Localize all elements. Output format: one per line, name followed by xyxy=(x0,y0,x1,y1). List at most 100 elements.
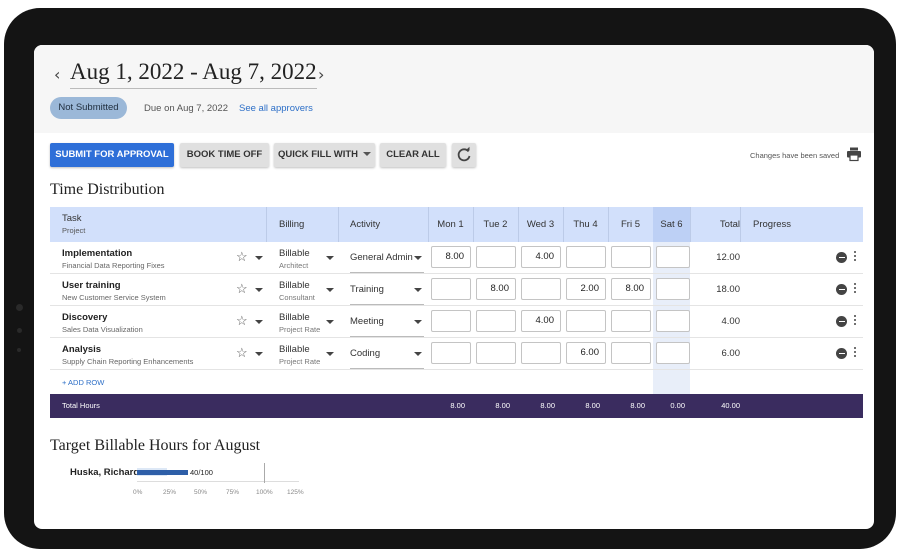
totals-label: Total Hours xyxy=(62,401,100,410)
clear-all-button[interactable]: CLEAR ALL xyxy=(380,143,446,167)
star-icon[interactable]: ☆ xyxy=(236,250,248,264)
table-row: Analysis Supply Chain Reporting Enhancem… xyxy=(50,338,863,370)
column-divider xyxy=(740,207,741,242)
billing-role: Consultant xyxy=(279,293,315,302)
submit-for-approval-button[interactable]: SUBMIT FOR APPROVAL xyxy=(50,143,174,167)
hours-input[interactable] xyxy=(566,246,606,268)
person-name: Huska, Richard xyxy=(70,467,140,478)
hours-input[interactable] xyxy=(611,310,651,332)
refresh-button[interactable] xyxy=(452,143,476,167)
activity-select[interactable]: Meeting xyxy=(350,306,424,337)
more-options-icon[interactable] xyxy=(854,251,857,263)
target-100-marker xyxy=(264,463,265,483)
column-header-activity: Activity xyxy=(350,219,381,230)
caret-down-icon[interactable] xyxy=(326,352,334,356)
hours-input[interactable] xyxy=(431,342,471,364)
print-icon xyxy=(847,147,861,162)
hours-input[interactable] xyxy=(656,246,690,268)
caret-down-icon[interactable] xyxy=(255,256,263,260)
caret-down-icon[interactable] xyxy=(414,320,422,324)
day-total: 8.00 xyxy=(540,401,555,410)
table-row: User training New Customer Service Syste… xyxy=(50,274,863,306)
caret-down-icon[interactable] xyxy=(255,320,263,324)
chevron-left-icon[interactable]: ‹ xyxy=(54,65,60,84)
billing-type[interactable]: Billable xyxy=(279,312,310,323)
hours-input[interactable] xyxy=(476,310,516,332)
activity-select[interactable]: Coding xyxy=(350,338,424,369)
caret-down-icon[interactable] xyxy=(414,288,422,292)
totals-row: Total Hours 8.00 8.00 8.00 8.00 8.00 0.0… xyxy=(50,394,863,418)
day-total: 8.00 xyxy=(585,401,600,410)
print-button[interactable] xyxy=(846,146,862,162)
row-total: 18.00 xyxy=(716,284,740,295)
remove-row-icon[interactable] xyxy=(836,252,847,263)
sensor-dot xyxy=(17,348,21,352)
activity-select[interactable]: General Admin xyxy=(350,242,424,273)
hours-input[interactable]: 2.00 xyxy=(566,278,606,300)
task-name: Implementation xyxy=(62,248,133,259)
hours-input[interactable] xyxy=(656,310,690,332)
hours-input[interactable] xyxy=(521,278,561,300)
target-bar-fill xyxy=(137,470,188,475)
star-icon[interactable]: ☆ xyxy=(236,346,248,360)
sensor-dot xyxy=(17,328,22,333)
hours-input[interactable] xyxy=(611,246,651,268)
hours-input[interactable] xyxy=(431,278,471,300)
caret-down-icon[interactable] xyxy=(326,256,334,260)
caret-down-icon[interactable] xyxy=(255,352,263,356)
caret-down-icon xyxy=(363,152,372,157)
activity-select[interactable]: Training xyxy=(350,274,424,305)
column-header-day: Fri 5 xyxy=(621,219,640,230)
hours-input[interactable] xyxy=(476,246,516,268)
billing-type[interactable]: Billable xyxy=(279,280,310,291)
more-options-icon[interactable] xyxy=(854,283,857,295)
billing-type[interactable]: Billable xyxy=(279,344,310,355)
hours-input[interactable]: 8.00 xyxy=(611,278,651,300)
table-row: Implementation Financial Data Reporting … xyxy=(50,242,863,274)
due-date: Due on Aug 7, 2022 xyxy=(144,103,228,114)
time-distribution-title: Time Distribution xyxy=(50,181,165,198)
column-header-day: Wed 3 xyxy=(526,219,555,230)
hours-input[interactable] xyxy=(566,310,606,332)
hours-input[interactable] xyxy=(656,342,690,364)
quick-fill-button[interactable]: QUICK FILL WITH xyxy=(274,143,375,167)
table-row: Discovery Sales Data Visualization ☆ Bil… xyxy=(50,306,863,338)
column-header-total: Total xyxy=(719,219,740,230)
caret-down-icon[interactable] xyxy=(326,320,334,324)
timesheet-screen: ‹ Aug 1, 2022 - Aug 7, 2022 › Not Submit… xyxy=(34,45,874,529)
hours-input[interactable] xyxy=(476,342,516,364)
row-total: 6.00 xyxy=(721,348,741,359)
caret-down-icon[interactable] xyxy=(414,256,422,260)
hours-input[interactable] xyxy=(611,342,651,364)
target-bar-value: 40/100 xyxy=(190,468,213,477)
more-options-icon[interactable] xyxy=(854,347,857,359)
billing-type[interactable]: Billable xyxy=(279,248,310,259)
remove-row-icon[interactable] xyxy=(836,316,847,327)
more-options-icon[interactable] xyxy=(854,315,857,327)
chevron-right-icon[interactable]: › xyxy=(318,65,324,84)
quick-fill-label: QUICK FILL WITH xyxy=(277,149,359,160)
hours-input[interactable]: 6.00 xyxy=(566,342,606,364)
hours-input[interactable]: 4.00 xyxy=(521,310,561,332)
task-project: Financial Data Reporting Fixes xyxy=(62,261,165,270)
see-all-approvers-link[interactable]: See all approvers xyxy=(239,103,313,114)
caret-down-icon[interactable] xyxy=(414,352,422,356)
axis-tick-label: 0% xyxy=(133,489,143,496)
column-header-billing: Billing xyxy=(279,219,305,230)
book-time-off-button[interactable]: BOOK TIME OFF xyxy=(180,143,269,167)
hours-input[interactable] xyxy=(431,310,471,332)
add-row-button[interactable]: + ADD ROW xyxy=(62,378,104,387)
date-range: Aug 1, 2022 - Aug 7, 2022 xyxy=(70,59,317,89)
caret-down-icon[interactable] xyxy=(326,288,334,292)
billing-role: Project Rate xyxy=(279,357,321,366)
hours-input[interactable] xyxy=(521,342,561,364)
hours-input[interactable]: 8.00 xyxy=(476,278,516,300)
star-icon[interactable]: ☆ xyxy=(236,314,248,328)
hours-input[interactable]: 4.00 xyxy=(521,246,561,268)
caret-down-icon[interactable] xyxy=(255,288,263,292)
remove-row-icon[interactable] xyxy=(836,348,847,359)
hours-input[interactable] xyxy=(656,278,690,300)
star-icon[interactable]: ☆ xyxy=(236,282,248,296)
hours-input[interactable]: 8.00 xyxy=(431,246,471,268)
remove-row-icon[interactable] xyxy=(836,284,847,295)
